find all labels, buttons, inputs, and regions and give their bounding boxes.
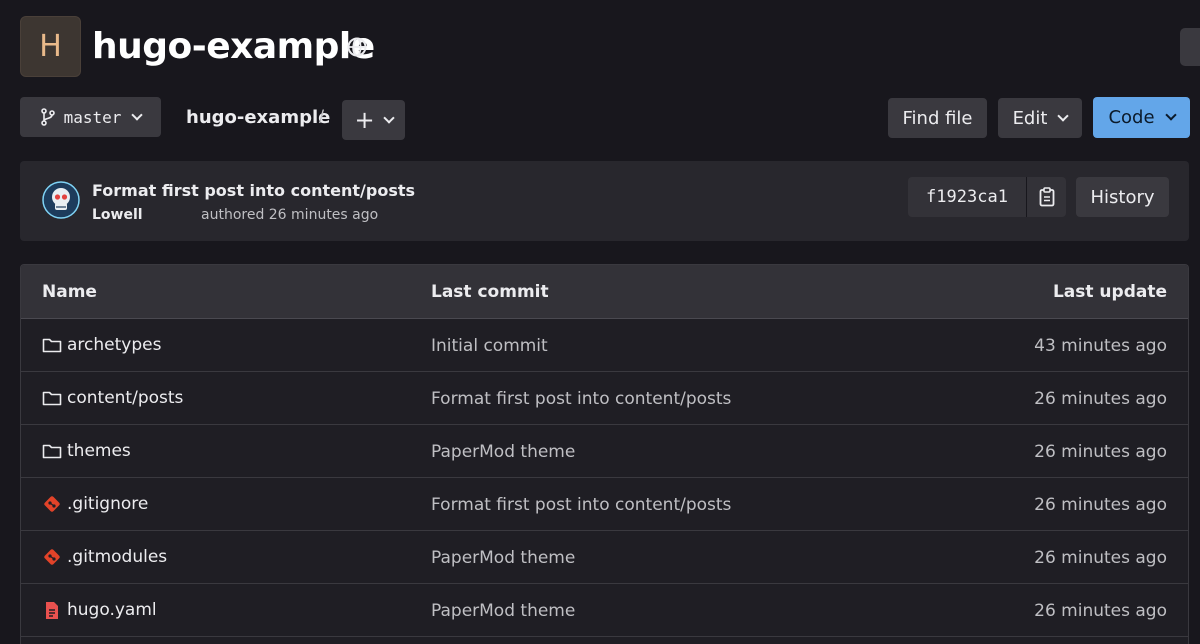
- project-title: hugo-example: [92, 26, 375, 67]
- commit-title[interactable]: Format first post into content/posts: [92, 181, 415, 200]
- copy-sha-button[interactable]: [1026, 177, 1066, 217]
- file-last-commit[interactable]: PaperMod theme: [431, 442, 575, 462]
- file-last-update: 26 minutes ago: [1034, 601, 1167, 621]
- file-last-commit[interactable]: Initial commit: [431, 336, 548, 356]
- branch-dropdown[interactable]: master: [20, 97, 161, 137]
- commit-sha-group: f1923ca1: [908, 177, 1066, 217]
- code-dropdown[interactable]: Code: [1093, 97, 1190, 138]
- find-file-button[interactable]: Find file: [888, 98, 987, 138]
- folder-icon: [42, 388, 62, 408]
- chevron-down-icon: [1057, 109, 1070, 122]
- history-button[interactable]: History: [1076, 177, 1169, 217]
- yaml-file-icon: [42, 600, 62, 620]
- file-name-link[interactable]: archetypes: [67, 335, 161, 355]
- file-name-cell[interactable]: hugo.yaml: [42, 600, 157, 620]
- file-last-commit[interactable]: PaperMod theme: [431, 601, 575, 621]
- table-row[interactable]: .gitmodules PaperMod theme 26 minutes ago: [21, 531, 1188, 584]
- file-last-update: 26 minutes ago: [1034, 495, 1167, 515]
- file-name-cell[interactable]: archetypes: [42, 335, 161, 355]
- file-name-link[interactable]: content/posts: [67, 388, 183, 408]
- table-row[interactable]: .gitignore Format first post into content…: [21, 478, 1188, 531]
- file-last-update: 26 minutes ago: [1034, 548, 1167, 568]
- file-last-commit[interactable]: PaperMod theme: [431, 548, 575, 568]
- file-name-link[interactable]: .gitmodules: [67, 547, 167, 567]
- chevron-down-icon: [1164, 109, 1177, 121]
- file-last-update: 26 minutes ago: [1034, 442, 1167, 462]
- file-last-commit[interactable]: Format first post into content/posts: [431, 389, 731, 409]
- table-row[interactable]: themes PaperMod theme 26 minutes ago: [21, 425, 1188, 478]
- file-name-link[interactable]: themes: [67, 441, 131, 461]
- breadcrumb-separator: /: [319, 107, 325, 127]
- copy-icon: [1039, 187, 1054, 207]
- header-name: Name: [42, 282, 97, 302]
- file-name-cell[interactable]: themes: [42, 441, 131, 461]
- project-avatar-letter: H: [39, 29, 62, 64]
- file-name-link[interactable]: hugo.yaml: [67, 600, 157, 620]
- edit-label: Edit: [1012, 107, 1048, 129]
- plus-icon: +: [354, 106, 375, 134]
- breadcrumb[interactable]: hugo-example: [186, 107, 330, 128]
- commit-time: authored 26 minutes ago: [201, 207, 379, 223]
- file-last-update: 43 minutes ago: [1034, 336, 1167, 356]
- branch-name: master: [63, 107, 122, 127]
- git-icon: [42, 547, 62, 567]
- add-dropdown[interactable]: +: [342, 100, 405, 140]
- folder-icon: [42, 441, 62, 461]
- table-header: Name Last commit Last update: [21, 265, 1188, 319]
- file-last-commit[interactable]: Format first post into content/posts: [431, 495, 731, 515]
- git-icon: [42, 494, 62, 514]
- header-action-button[interactable]: [1180, 28, 1200, 66]
- table-row[interactable]: hugo.yaml PaperMod theme 26 minutes ago: [21, 584, 1188, 637]
- edit-dropdown[interactable]: Edit: [998, 98, 1082, 138]
- header-last-commit: Last commit: [431, 282, 549, 302]
- commit-author[interactable]: Lowell: [92, 207, 143, 223]
- code-label: Code: [1108, 107, 1155, 128]
- table-row[interactable]: content/posts Format first post into cont…: [21, 372, 1188, 425]
- latest-commit-card: Format first post into content/posts Low…: [20, 161, 1189, 241]
- file-name-cell[interactable]: content/posts: [42, 388, 183, 408]
- file-table: Name Last commit Last update archetypes I…: [20, 264, 1189, 644]
- author-avatar[interactable]: [42, 181, 80, 219]
- folder-icon: [42, 335, 62, 355]
- branch-icon: [40, 108, 55, 126]
- file-name-link[interactable]: .gitignore: [67, 494, 148, 514]
- table-row[interactable]: archetypes Initial commit 43 minutes ago: [21, 319, 1188, 372]
- header-last-update: Last update: [1052, 282, 1167, 302]
- chevron-down-icon: [382, 111, 395, 124]
- file-name-cell[interactable]: .gitmodules: [42, 547, 167, 567]
- chevron-down-icon: [131, 108, 144, 121]
- file-name-cell[interactable]: .gitignore: [42, 494, 148, 514]
- commit-sha[interactable]: f1923ca1: [908, 187, 1026, 207]
- globe-icon: [347, 37, 367, 57]
- project-avatar[interactable]: H: [20, 16, 81, 77]
- file-last-update: 26 minutes ago: [1034, 389, 1167, 409]
